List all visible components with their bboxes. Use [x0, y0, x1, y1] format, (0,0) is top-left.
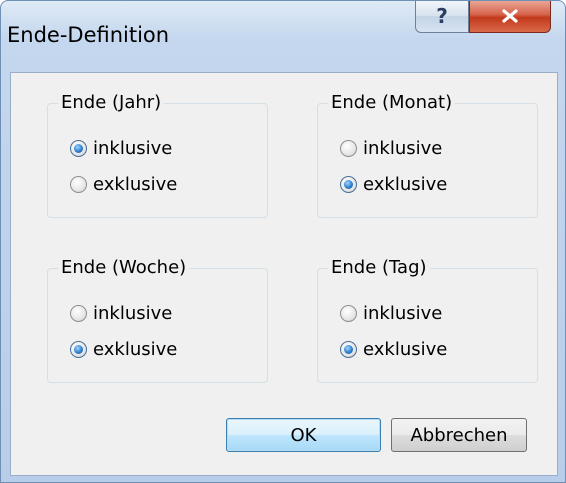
radio-label: exklusive [363, 338, 448, 360]
radio-label: inklusive [363, 137, 443, 159]
radio-week-exclusive[interactable]: exklusive [70, 336, 177, 362]
radio-button[interactable] [340, 139, 357, 157]
cancel-button[interactable]: Abbrechen [391, 418, 527, 452]
group-end-year-label: Ende (Jahr) [58, 91, 165, 115]
radio-button[interactable] [70, 304, 87, 322]
radio-button-selected[interactable] [70, 340, 87, 358]
radio-year-inclusive[interactable]: inklusive [70, 135, 172, 161]
help-button[interactable]: ? [415, 1, 469, 33]
radio-label: exklusive [363, 173, 448, 195]
group-end-day-label: Ende (Tag) [328, 256, 430, 280]
radio-month-exclusive[interactable]: exklusive [340, 171, 447, 197]
radio-day-exclusive[interactable]: exklusive [340, 336, 447, 362]
radio-week-inclusive[interactable]: inklusive [70, 300, 172, 326]
caption-buttons: ? [415, 1, 551, 36]
group-end-week-label: Ende (Woche) [58, 256, 190, 280]
help-icon: ? [436, 4, 448, 28]
close-icon [502, 9, 518, 23]
group-end-year: Ende (Jahr) inklusive exklusive [47, 91, 268, 218]
radio-label: inklusive [93, 302, 173, 324]
radio-label: exklusive [93, 338, 178, 360]
radio-button[interactable] [340, 304, 357, 322]
close-button[interactable] [469, 1, 551, 33]
radio-label: inklusive [93, 137, 173, 159]
dialog-body: Ende (Jahr) inklusive exklusive Ende (Mo… [10, 72, 558, 476]
radio-button-selected[interactable] [340, 175, 357, 193]
window-title: Ende-Definition [7, 23, 170, 47]
radio-button-selected[interactable] [70, 139, 87, 157]
radio-label: exklusive [93, 173, 178, 195]
group-end-month: Ende (Monat) inklusive exklusive [317, 91, 538, 218]
radio-day-inclusive[interactable]: inklusive [340, 300, 442, 326]
group-end-month-label: Ende (Monat) [328, 91, 456, 115]
radio-month-inclusive[interactable]: inklusive [340, 135, 442, 161]
dialog-window: Ende-Definition ? Ende (Jahr) inklusive … [0, 0, 566, 483]
radio-button-selected[interactable] [340, 340, 357, 358]
radio-button[interactable] [70, 175, 87, 193]
ok-button[interactable]: OK [226, 418, 381, 452]
group-end-day: Ende (Tag) inklusive exklusive [317, 256, 538, 383]
group-end-week: Ende (Woche) inklusive exklusive [47, 256, 268, 383]
radio-year-exclusive[interactable]: exklusive [70, 171, 177, 197]
title-bar[interactable]: Ende-Definition ? [1, 1, 565, 71]
radio-label: inklusive [363, 302, 443, 324]
